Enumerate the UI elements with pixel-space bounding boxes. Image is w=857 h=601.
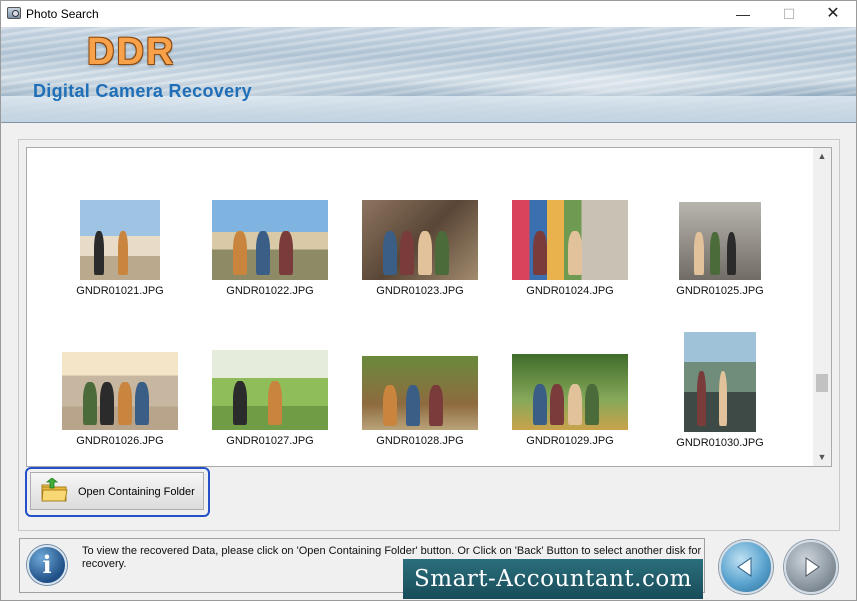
camera-icon — [7, 7, 21, 19]
photo-figure — [82, 382, 97, 426]
open-folder-label: Open Containing Folder — [78, 486, 195, 498]
photo-item[interactable]: GNDR01025.JPG — [645, 200, 795, 297]
photo-item[interactable]: GNDR01030.JPG — [645, 332, 795, 449]
photo-thumbnail-wrap — [45, 200, 195, 280]
photo-filename: GNDR01024.JPG — [526, 285, 614, 297]
scroll-down-icon[interactable]: ▼ — [813, 449, 831, 466]
photo-figure — [267, 381, 282, 426]
photo-thumbnail-wrap — [45, 350, 195, 430]
photo-thumbnail[interactable] — [684, 332, 756, 432]
photo-filename: GNDR01025.JPG — [676, 285, 764, 297]
photo-thumbnail[interactable] — [362, 356, 478, 430]
photo-figure — [417, 231, 432, 276]
minimize-button[interactable]: — — [720, 1, 766, 27]
photo-figure — [232, 381, 247, 426]
photo-thumbnail-wrap — [345, 200, 495, 280]
next-arrow-icon — [805, 557, 820, 577]
header-banner: DDR Digital Camera Recovery — [1, 27, 856, 123]
photo-item[interactable]: GNDR01027.JPG — [195, 350, 345, 447]
photo-figure — [382, 231, 397, 276]
photo-item[interactable]: GNDR01026.JPG — [45, 350, 195, 447]
photo-thumbnail[interactable] — [512, 354, 628, 430]
photo-thumbnail-wrap — [345, 350, 495, 430]
photo-thumbnail[interactable] — [62, 352, 178, 430]
photo-gallery[interactable]: GNDR01021.JPG GNDR01022.JPG GNDR01023.JPG G… — [26, 147, 832, 467]
title-bar: Photo Search — ☐ ✕ — [1, 1, 856, 27]
photo-figure — [429, 384, 444, 426]
photo-item[interactable]: GNDR01021.JPG — [45, 200, 195, 297]
photo-thumbnail-wrap — [495, 200, 645, 280]
photo-search-window: Photo Search — ☐ ✕ DDR Digital Camera Re… — [0, 0, 857, 601]
photo-figure — [94, 231, 104, 276]
photo-thumbnail-wrap — [195, 200, 345, 280]
photo-figure — [232, 231, 247, 276]
photo-filename: GNDR01028.JPG — [376, 435, 464, 447]
photo-thumbnail-wrap — [645, 200, 795, 280]
product-subtitle: Digital Camera Recovery — [33, 81, 252, 101]
photo-figure — [550, 383, 565, 426]
photo-figure — [532, 231, 547, 276]
photo-figure — [406, 384, 420, 426]
back-button[interactable] — [719, 540, 773, 594]
photo-figure — [532, 383, 547, 426]
window-title: Photo Search — [26, 7, 99, 21]
scroll-up-icon[interactable]: ▲ — [813, 148, 831, 165]
photo-item[interactable]: GNDR01029.JPG — [495, 350, 645, 447]
photo-thumbnail-wrap — [495, 350, 645, 430]
info-icon: i — [27, 545, 67, 585]
watermark: Smart-Accountant.com — [403, 559, 703, 599]
folder-icon — [41, 478, 68, 502]
photo-filename: GNDR01027.JPG — [226, 435, 314, 447]
photo-figure — [567, 383, 582, 426]
photo-figure — [100, 382, 115, 426]
photo-figure — [585, 383, 599, 426]
vertical-scrollbar[interactable]: ▲ ▼ — [813, 148, 831, 466]
photo-thumbnail[interactable] — [679, 202, 761, 280]
photo-thumbnail[interactable] — [212, 350, 328, 430]
photo-figure — [710, 232, 720, 276]
photo-figure — [696, 371, 706, 426]
photo-thumbnail[interactable] — [212, 200, 328, 280]
photo-thumbnail[interactable] — [362, 200, 478, 280]
photo-figure — [382, 384, 397, 426]
photo-thumbnail-wrap — [195, 350, 345, 430]
open-containing-folder-button[interactable]: Open Containing Folder — [30, 472, 204, 510]
photo-figure — [135, 382, 149, 426]
photo-figure — [256, 231, 270, 276]
next-button[interactable] — [784, 540, 838, 594]
photo-figure — [726, 232, 737, 276]
photo-filename: GNDR01026.JPG — [76, 435, 164, 447]
photo-thumbnail-wrap — [645, 332, 795, 432]
photo-figure — [567, 231, 582, 276]
photo-item[interactable]: GNDR01022.JPG — [195, 200, 345, 297]
photo-figure — [718, 371, 728, 426]
photo-figure — [400, 231, 415, 276]
photo-figure — [279, 231, 294, 276]
photo-figure — [693, 232, 704, 276]
photo-item[interactable]: GNDR01028.JPG — [345, 350, 495, 447]
photo-figure — [118, 231, 128, 276]
photo-thumbnail[interactable] — [80, 200, 160, 280]
photo-filename: GNDR01029.JPG — [526, 435, 614, 447]
maximize-button[interactable]: ☐ — [766, 1, 812, 27]
photo-filename: GNDR01022.JPG — [226, 285, 314, 297]
scrollbar-thumb[interactable] — [816, 374, 828, 392]
photo-item[interactable]: GNDR01024.JPG — [495, 200, 645, 297]
photo-filename: GNDR01021.JPG — [76, 285, 164, 297]
ddr-logo: DDR — [87, 31, 176, 73]
photo-figure — [435, 231, 449, 276]
photo-figure — [117, 382, 132, 426]
back-arrow-icon — [737, 557, 752, 577]
photo-item[interactable]: GNDR01023.JPG — [345, 200, 495, 297]
photo-filename: GNDR01030.JPG — [676, 437, 764, 449]
photo-filename: GNDR01023.JPG — [376, 285, 464, 297]
photo-thumbnail[interactable] — [512, 200, 628, 280]
close-button[interactable]: ✕ — [810, 1, 856, 27]
